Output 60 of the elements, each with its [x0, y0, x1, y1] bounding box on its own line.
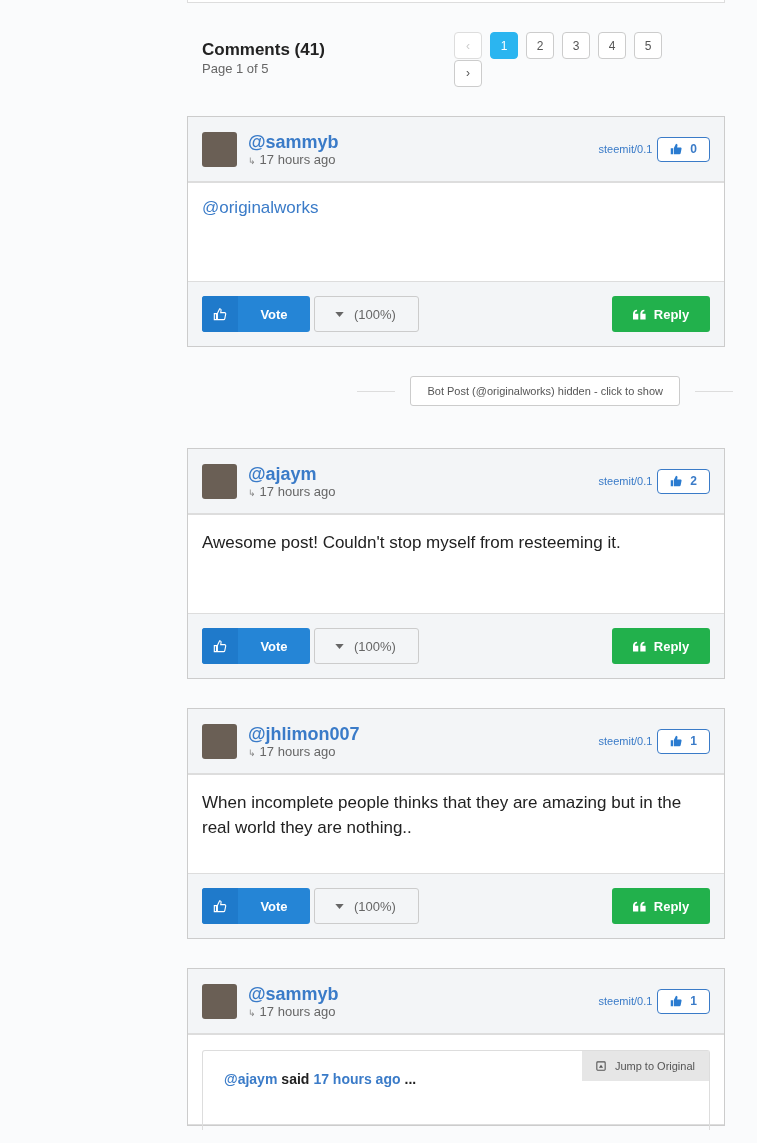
- avatar-photo-placeholder: [202, 131, 237, 167]
- reply-button[interactable]: Reply: [612, 296, 710, 332]
- jump-icon: [595, 1061, 606, 1071]
- upvote-count-button[interactable]: 1: [657, 988, 710, 1014]
- vote-button[interactable]: Vote: [202, 296, 310, 332]
- thumbs-up-icon: [213, 639, 227, 653]
- app-link[interactable]: steemit/0.1: [598, 143, 653, 155]
- reply-button[interactable]: Reply: [612, 888, 710, 924]
- comment-time: ↳ 17 hours ago: [248, 743, 336, 759]
- thumbs-up-icon: [213, 899, 227, 913]
- app-link[interactable]: steemit/0.1: [598, 995, 653, 1007]
- author-link[interactable]: @sammyb: [248, 983, 339, 1004]
- thumbs-up-icon: [670, 475, 683, 487]
- page-button[interactable]: 2: [526, 32, 554, 59]
- comments-title: Comments (41): [202, 40, 326, 60]
- comment-text: When incomplete people thinks that they are amazing but in the real world they are nothing..: [202, 792, 683, 839]
- page-button[interactable]: 1: [490, 32, 518, 59]
- thumbs-up-icon: [670, 735, 683, 747]
- quote-icon: [632, 900, 646, 912]
- thumbs-up-icon: [213, 307, 227, 321]
- page-indicator: Page 1 of 5: [202, 61, 270, 76]
- thumbs-up-icon: [670, 143, 683, 155]
- mention-link[interactable]: @originalworks: [202, 198, 319, 217]
- page-button[interactable]: 4: [598, 32, 626, 59]
- author-link[interactable]: @jhlimon007: [248, 723, 360, 744]
- vote-button[interactable]: Vote: [202, 628, 310, 664]
- vote-weight-dropdown[interactable]: (100%): [314, 296, 419, 332]
- quote-ellipsis: ...: [404, 1071, 417, 1087]
- author-link[interactable]: @ajaym: [248, 463, 336, 484]
- caret-icon: [335, 643, 344, 649]
- caret-icon: [335, 903, 344, 909]
- reply-button[interactable]: Reply: [612, 628, 710, 664]
- upvote-count-button[interactable]: 1: [657, 728, 710, 754]
- app-link[interactable]: steemit/0.1: [598, 735, 653, 747]
- comment-time: ↳ 17 hours ago: [248, 1003, 336, 1019]
- vote-weight-dropdown[interactable]: (100%): [314, 888, 419, 924]
- quote-icon: [632, 308, 646, 320]
- upvote-count-button[interactable]: 2: [657, 468, 710, 494]
- comment-text: Awesome post! Couldn't stop myself from resteeming it.: [202, 532, 622, 554]
- avatar-photo-placeholder: [202, 723, 237, 759]
- quote-said-text: said: [281, 1071, 310, 1087]
- page-button[interactable]: 5: [634, 32, 662, 59]
- comment-time: ↳ 17 hours ago: [248, 151, 336, 167]
- avatar-photo-placeholder: [202, 463, 237, 499]
- thumbs-up-icon: [670, 995, 683, 1007]
- app-link[interactable]: steemit/0.1: [598, 475, 653, 487]
- quote-icon: [632, 640, 646, 652]
- author-link[interactable]: @sammyb: [248, 131, 339, 152]
- upvote-count-button[interactable]: 0: [657, 136, 710, 162]
- avatar-photo-placeholder: [202, 983, 237, 1019]
- next-page-button[interactable]: ›: [454, 59, 482, 87]
- show-hidden-post-button[interactable]: Bot Post (@originalworks) hidden - click to show: [410, 376, 680, 406]
- caret-icon: [335, 311, 344, 317]
- quote-author-link[interactable]: @ajaym: [224, 1071, 278, 1087]
- vote-weight-dropdown[interactable]: (100%): [314, 628, 419, 664]
- quote-time-link[interactable]: 17 hours ago: [313, 1071, 401, 1087]
- comment-time: ↳ 17 hours ago: [248, 483, 336, 499]
- page-button[interactable]: 3: [562, 32, 590, 59]
- jump-to-original-button[interactable]: Jump to Original: [581, 1051, 709, 1081]
- vote-button[interactable]: Vote: [202, 888, 310, 924]
